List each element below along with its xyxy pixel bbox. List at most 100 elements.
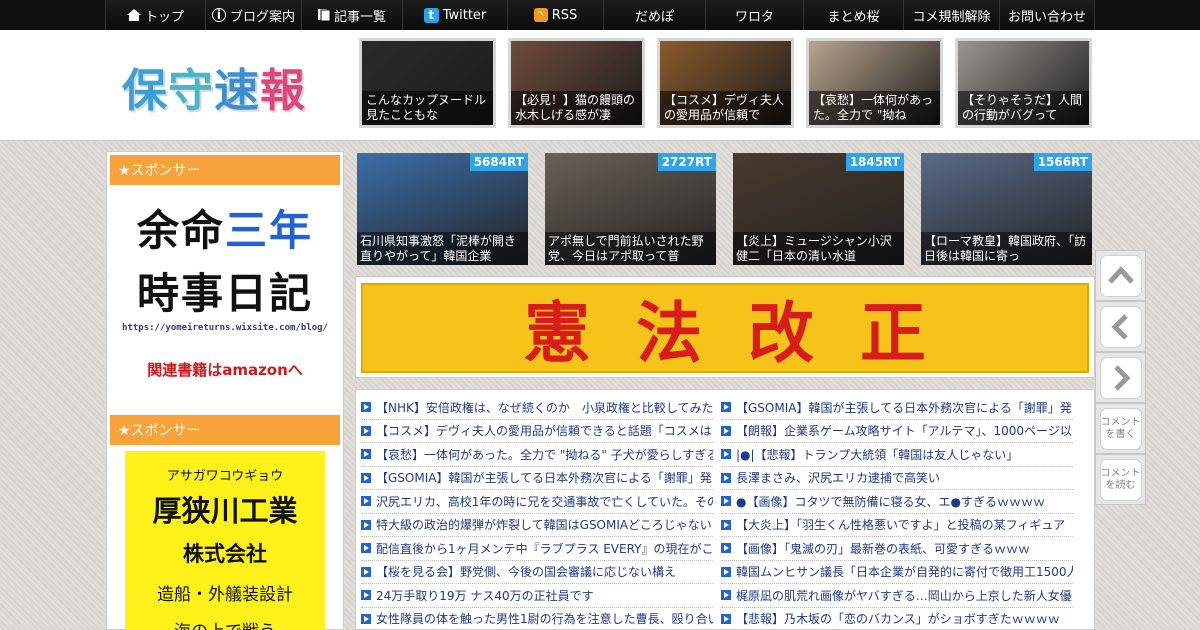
thumb-caption: 【コスメ】デヴィ夫人の愛用品が信頼で <box>660 91 791 125</box>
nav-label: コメ規制解除 <box>912 9 991 25</box>
rt-caption: 【ローマ教皇】韓国政府、「訪日後は韓国に寄っ <box>921 232 1092 265</box>
list-item[interactable]: 【GSOMIA】韓国が主張してる日本外務次官による「謝罪」発 <box>721 396 1073 420</box>
chevron-right-icon <box>1113 364 1131 391</box>
arrow-icon <box>361 543 371 554</box>
header-thumb[interactable]: 【哀愁】一体何があった。全力で "拗ね <box>806 38 943 128</box>
sponsor-heading: ★スポンサー <box>110 415 340 445</box>
nav-label: RSS <box>551 7 578 23</box>
rt-thumb[interactable]: 2727RT アポ無しで門前払いされた野党、今日はアポ取って普 <box>545 153 716 265</box>
top-nav: トップ i ブログ案内 記事一覧 t Twitter ◝ RSS だめぽ ワロタ… <box>0 0 1200 30</box>
nav-label: Twitter <box>442 7 487 23</box>
list-item[interactable]: 【NHK】安倍政権は、なぜ続くのか 小泉政権と比較してみた <box>361 396 713 420</box>
header-thumb[interactable]: こんなカップヌードル見たこともな <box>359 38 496 128</box>
nav-damepo[interactable]: だめぽ <box>603 0 705 30</box>
arrow-icon <box>361 613 371 624</box>
article-list-left: 【NHK】安倍政権は、なぜ続くのか 小泉政権と比較してみた 【コスメ】デヴィ夫人… <box>361 396 713 630</box>
nav-label: まとめ桜 <box>827 9 880 25</box>
header-thumbs: こんなカップヌードル見たこともな 【必見！】猫の饅頭の水木しげる感が凄 【コスメ… <box>359 38 1092 128</box>
nav-blog-guide[interactable]: i ブログ案内 <box>205 0 301 30</box>
nav-matome-sakura[interactable]: まとめ桜 <box>803 0 903 30</box>
list-item[interactable]: 【悲報】乃木坂の「恋のバカンス」がショボすぎたｗｗｗｗ <box>721 608 1073 630</box>
list-item[interactable]: 沢尻エリカ、高校1年の時に兄を交通事故で亡くしていた。その <box>361 490 713 514</box>
arrow-icon <box>721 472 731 483</box>
nav-label: トップ <box>144 9 184 25</box>
thumb-caption: 【必見！】猫の饅頭の水木しげる感が凄 <box>511 91 642 125</box>
ad-url: https://yomeireturns.wixsite.com/blog/ <box>122 323 328 333</box>
list-item[interactable]: 【GSOMIA】韓国が主張してる日本外務次官による「謝罪」発 <box>361 467 713 490</box>
chevron-up-icon <box>1107 265 1134 284</box>
article-lists: 【NHK】安倍政権は、なぜ続くのか 小泉政権と比較してみた 【コスメ】デヴィ夫人… <box>355 389 1095 630</box>
list-item[interactable]: 【桜を見る会】野党側、今後の国会審議に応じない構え <box>361 561 713 584</box>
rt-thumb[interactable]: 1845RT 【炎上】ミュージシャン小沢健二「日本の清い水道 <box>733 153 904 265</box>
ad-yomei-sannen[interactable]: 余命三年 時事日記 https://yomeireturns.wixsite.c… <box>107 197 343 412</box>
nav-comment-unblock[interactable]: コメ規制解除 <box>903 0 999 30</box>
chevron-left-icon <box>1110 313 1128 340</box>
rt-caption: アポ無しで門前払いされた野党、今日はアポ取って普 <box>545 232 716 265</box>
amazon-link[interactable]: 関連書籍はamazonへ <box>107 359 343 380</box>
nav-label: だめぽ <box>634 9 674 25</box>
nav-article-list[interactable]: 記事一覧 <box>301 0 402 30</box>
rss-icon: ◝ <box>533 8 548 22</box>
nav-rss[interactable]: ◝ RSS <box>507 0 603 30</box>
scroll-top-button[interactable] <box>1095 250 1146 301</box>
rt-count-badge: 2727RT <box>657 153 716 171</box>
list-item[interactable]: 韓国ムンヒサン議長「日本企業が自発的に寄付で徴用工1500人 <box>721 561 1073 584</box>
prev-article-button[interactable] <box>1095 301 1146 352</box>
kenpou-kaisei-banner[interactable]: 憲 法 改 正 <box>361 283 1089 373</box>
list-icon <box>317 9 330 21</box>
thumb-caption: 【そりゃそうだ】人間の行動がバグって <box>958 91 1089 125</box>
list-item[interactable]: 梶原凪の肌荒れ画像がヤバすぎる…岡山から上京した新人女優 <box>721 584 1073 608</box>
rt-caption: 【炎上】ミュージシャン小沢健二「日本の清い水道 <box>733 232 904 265</box>
rt-count-badge: 1845RT <box>845 153 904 171</box>
list-item[interactable]: 女性隊員の体を触った男性1尉の行為を注意した曹長、殴り合い <box>361 608 713 630</box>
header-thumb[interactable]: 【コスメ】デヴィ夫人の愛用品が信頼で <box>657 38 794 128</box>
arrow-icon <box>721 496 731 507</box>
arrow-icon <box>721 519 731 530</box>
rt-thumb[interactable]: 1566RT 【ローマ教皇】韓国政府、「訪日後は韓国に寄っ <box>921 153 1092 265</box>
list-item[interactable]: 【大炎上】「羽生くん性格悪いですよ」と投稿の某フィギュア <box>721 514 1073 537</box>
list-item[interactable]: 【朗報】企業系ゲーム攻略サイト「アルテマ」、1000ページ以 <box>721 420 1073 443</box>
info-icon: i <box>211 8 226 22</box>
list-item[interactable]: 【画像】「鬼滅の刃」最新巻の表紙、可愛すぎるｗｗｗ <box>721 537 1073 561</box>
list-item[interactable]: 【コスメ】デヴィ夫人の愛用品が信頼できると話題「コスメは <box>361 420 713 443</box>
arrow-icon <box>361 566 371 577</box>
list-item[interactable]: 配信直後から1ヶ月メンテ中『ラブプラス EVERY』の現在がこ <box>361 537 713 561</box>
arrow-icon <box>721 566 731 577</box>
comment-read-button[interactable]: コメントを読む <box>1095 454 1146 505</box>
ad-asagawa-kogyo[interactable]: アサガワコウギョウ 厚狭川工業 株式会社 造船・外艤装設計 海の上で戦う <box>125 451 325 630</box>
rt-count-badge: 5684RT <box>469 153 528 171</box>
comment-write-button[interactable]: コメントを書く <box>1095 403 1146 454</box>
header-thumb[interactable]: 【必見！】猫の饅頭の水木しげる感が凄 <box>508 38 645 128</box>
list-item[interactable]: 24万手取り19万 ナス40万の正社員です <box>361 584 713 608</box>
nav-warota[interactable]: ワロタ <box>705 0 803 30</box>
nav-twitter[interactable]: t Twitter <box>402 0 507 30</box>
sidebar: ★スポンサー 余命三年 時事日記 https://yomeireturns.wi… <box>106 151 344 630</box>
rt-thumb[interactable]: 5684RT 石川県知事激怒「泥棒が開き直りやがって」韓国企業 <box>357 153 528 265</box>
list-item[interactable]: |●|【悲報】トランプ大統領「韓国は友人じゃない」 <box>721 443 1073 467</box>
list-item[interactable]: 特大級の政治的爆弾が炸裂して韓国はGSOMIAどころじゃない <box>361 514 713 537</box>
home-icon <box>126 9 141 21</box>
arrow-icon <box>721 590 731 601</box>
nav-label: ワロタ <box>734 9 774 25</box>
rt-caption: 石川県知事激怒「泥棒が開き直りやがって」韓国企業 <box>357 232 528 265</box>
floating-buttons: コメントを書く コメントを読む <box>1095 250 1146 505</box>
nav-label: ブログ案内 <box>229 9 295 25</box>
nav-label: 記事一覧 <box>333 9 386 25</box>
arrow-icon <box>721 543 731 554</box>
twitter-icon: t <box>423 7 439 23</box>
header-thumb[interactable]: 【そりゃそうだ】人間の行動がバグって <box>955 38 1092 128</box>
nav-top[interactable]: トップ <box>105 0 205 30</box>
site-logo[interactable]: 保守速報 <box>122 54 306 119</box>
nav-contact[interactable]: お問い合わせ <box>999 0 1095 30</box>
list-item[interactable]: 【哀愁】一体何があった。全力で "拗ねる" 子犬が愛らしすぎる <box>361 443 713 467</box>
thumb-caption: こんなカップヌードル見たこともな <box>362 91 493 125</box>
site-header: 保守速報 こんなカップヌードル見たこともな 【必見！】猫の饅頭の水木しげる感が凄… <box>0 30 1200 141</box>
article-list-right: 【GSOMIA】韓国が主張してる日本外務次官による「謝罪」発 【朗報】企業系ゲー… <box>721 396 1073 630</box>
arrow-icon <box>361 449 371 460</box>
list-item[interactable]: 長澤まさみ、沢尻エリカ逮捕で高笑い <box>721 467 1073 490</box>
next-article-button[interactable] <box>1095 352 1146 403</box>
nav-label: お問い合わせ <box>1007 9 1086 25</box>
thumb-caption: 【哀愁】一体何があった。全力で "拗ね <box>809 91 940 125</box>
list-item[interactable]: ●【画像】コタツで無防備に寝る女、エ●すぎるｗｗｗｗ <box>721 490 1073 514</box>
rt-count-badge: 1566RT <box>1033 153 1092 171</box>
